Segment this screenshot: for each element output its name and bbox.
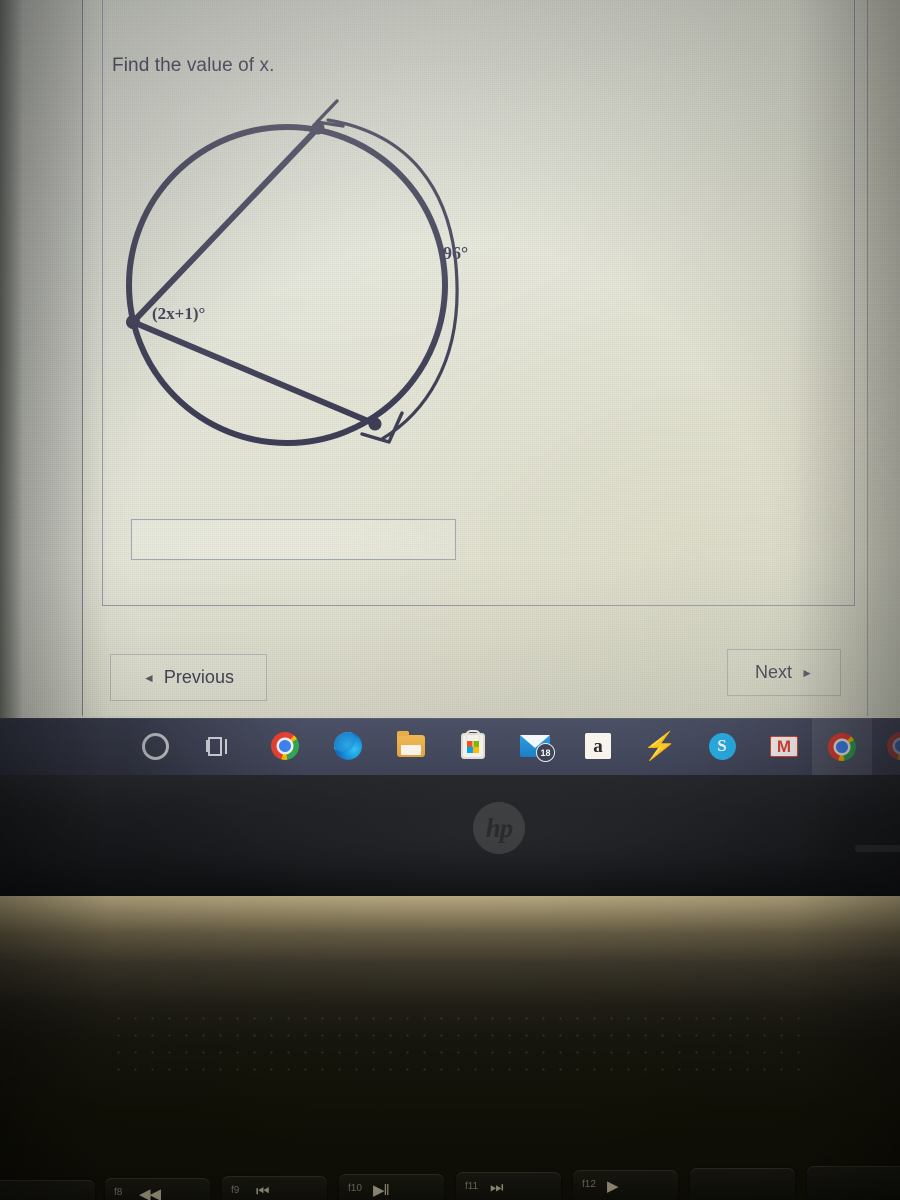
keyboard-key-f10[interactable]: f10 ▶‖ bbox=[339, 1174, 444, 1200]
chevron-right-icon: ► bbox=[801, 665, 813, 680]
taskbar-item-microsoft-store[interactable] bbox=[456, 729, 490, 763]
bezel-vent bbox=[855, 845, 900, 852]
taskbar-item-chrome-window[interactable] bbox=[812, 718, 872, 775]
key-fn-label: f12 bbox=[582, 1179, 596, 1190]
taskbar-item-gmail[interactable]: M bbox=[767, 729, 801, 763]
key-fn-label: f9 bbox=[231, 1185, 240, 1196]
deck-light-reflection bbox=[0, 896, 900, 1006]
keyboard-key-f8[interactable]: f8 ◀◀ bbox=[105, 1178, 210, 1200]
lightning-bolt-icon: ⚡ bbox=[641, 730, 679, 761]
previous-button-label: Previous bbox=[163, 667, 234, 687]
page-left-border bbox=[82, 0, 83, 716]
screen-left-shadow bbox=[0, 0, 22, 718]
hp-logo: hp bbox=[473, 802, 525, 854]
keyboard-key-f7[interactable] bbox=[0, 1180, 95, 1200]
key-fn-label: f8 bbox=[114, 1187, 123, 1198]
question-text: Find the value of x. bbox=[112, 55, 275, 76]
vertex-top-dot bbox=[311, 121, 325, 135]
mail-unread-badge: 18 bbox=[536, 743, 555, 762]
taskbar-item-mail[interactable]: 18 bbox=[518, 729, 555, 763]
circle-outline bbox=[126, 124, 448, 446]
task-view-icon bbox=[206, 736, 232, 756]
chrome-icon bbox=[271, 732, 299, 760]
skype-s-icon: S bbox=[708, 732, 736, 760]
store-bag-icon bbox=[461, 733, 485, 759]
taskbar-item-edge[interactable] bbox=[331, 729, 365, 763]
previous-button[interactable]: ◄ Previous bbox=[110, 654, 267, 701]
taskbar-item-skype[interactable]: S bbox=[705, 729, 739, 763]
keyboard-key-f12[interactable]: f12 ▶ bbox=[573, 1170, 678, 1200]
key-glyph: ▶‖ bbox=[373, 1182, 390, 1199]
diagram-svg bbox=[126, 99, 459, 446]
keyboard-key-extra-1[interactable] bbox=[690, 1168, 795, 1200]
taskbar-item-overflow[interactable] bbox=[884, 729, 900, 763]
key-glyph: ▶ bbox=[607, 1178, 619, 1195]
inscribed-angle-label: (2x+1)° bbox=[152, 304, 206, 323]
speaker-grille bbox=[110, 1010, 810, 1080]
key-fn-label: f11 bbox=[465, 1181, 479, 1192]
taskbar-item-task-view[interactable] bbox=[202, 729, 236, 763]
arc-measure-label: 96° bbox=[443, 243, 469, 263]
keyboard-key-f9[interactable]: f9 ⏮ bbox=[222, 1176, 327, 1200]
circle-geometry-diagram bbox=[105, 95, 505, 490]
chord-left-to-bottom-right bbox=[130, 319, 378, 427]
windows-taskbar: 18 a ⚡ S M bbox=[0, 718, 900, 775]
laptop-photo: Find the value of x. (2x+1)° 96° ◄ Previ… bbox=[0, 0, 900, 1200]
mail-envelope-icon: 18 bbox=[520, 735, 555, 762]
key-glyph: ⏭ bbox=[490, 1179, 503, 1196]
key-fn-label: f10 bbox=[348, 1183, 362, 1194]
chevron-left-icon: ◄ bbox=[143, 670, 155, 685]
taskbar-item-snip[interactable]: ⚡ bbox=[641, 729, 679, 763]
next-button[interactable]: Next ► bbox=[727, 649, 841, 696]
keyboard-key-f11[interactable]: f11 ⏭ bbox=[456, 1172, 561, 1200]
key-glyph: ◀◀ bbox=[139, 1186, 161, 1200]
chrome-icon bbox=[887, 732, 900, 760]
cortana-circle-icon bbox=[141, 732, 169, 760]
key-glyph: ⏮ bbox=[256, 1183, 269, 1200]
edge-icon bbox=[334, 732, 362, 760]
taskbar-item-chrome[interactable] bbox=[268, 729, 302, 763]
chrome-icon bbox=[828, 732, 856, 761]
folder-icon bbox=[397, 731, 425, 757]
vertex-bottom-right-dot bbox=[368, 417, 382, 431]
amazon-a-icon: a bbox=[585, 733, 611, 759]
keyboard-key-extra-2[interactable] bbox=[807, 1166, 900, 1200]
page-right-border bbox=[867, 0, 868, 716]
gmail-m-icon: M bbox=[770, 735, 798, 757]
answer-input[interactable] bbox=[131, 519, 456, 560]
chord-left-to-top bbox=[130, 125, 321, 325]
next-button-label: Next bbox=[755, 662, 793, 682]
taskbar-item-amazon[interactable]: a bbox=[581, 729, 615, 763]
laptop-screen: Find the value of x. (2x+1)° 96° ◄ Previ… bbox=[0, 0, 900, 775]
laptop-bezel bbox=[0, 775, 900, 896]
taskbar-item-cortana[interactable] bbox=[138, 729, 172, 763]
taskbar-item-file-explorer[interactable] bbox=[394, 729, 428, 763]
vertex-left-dot bbox=[126, 315, 140, 329]
